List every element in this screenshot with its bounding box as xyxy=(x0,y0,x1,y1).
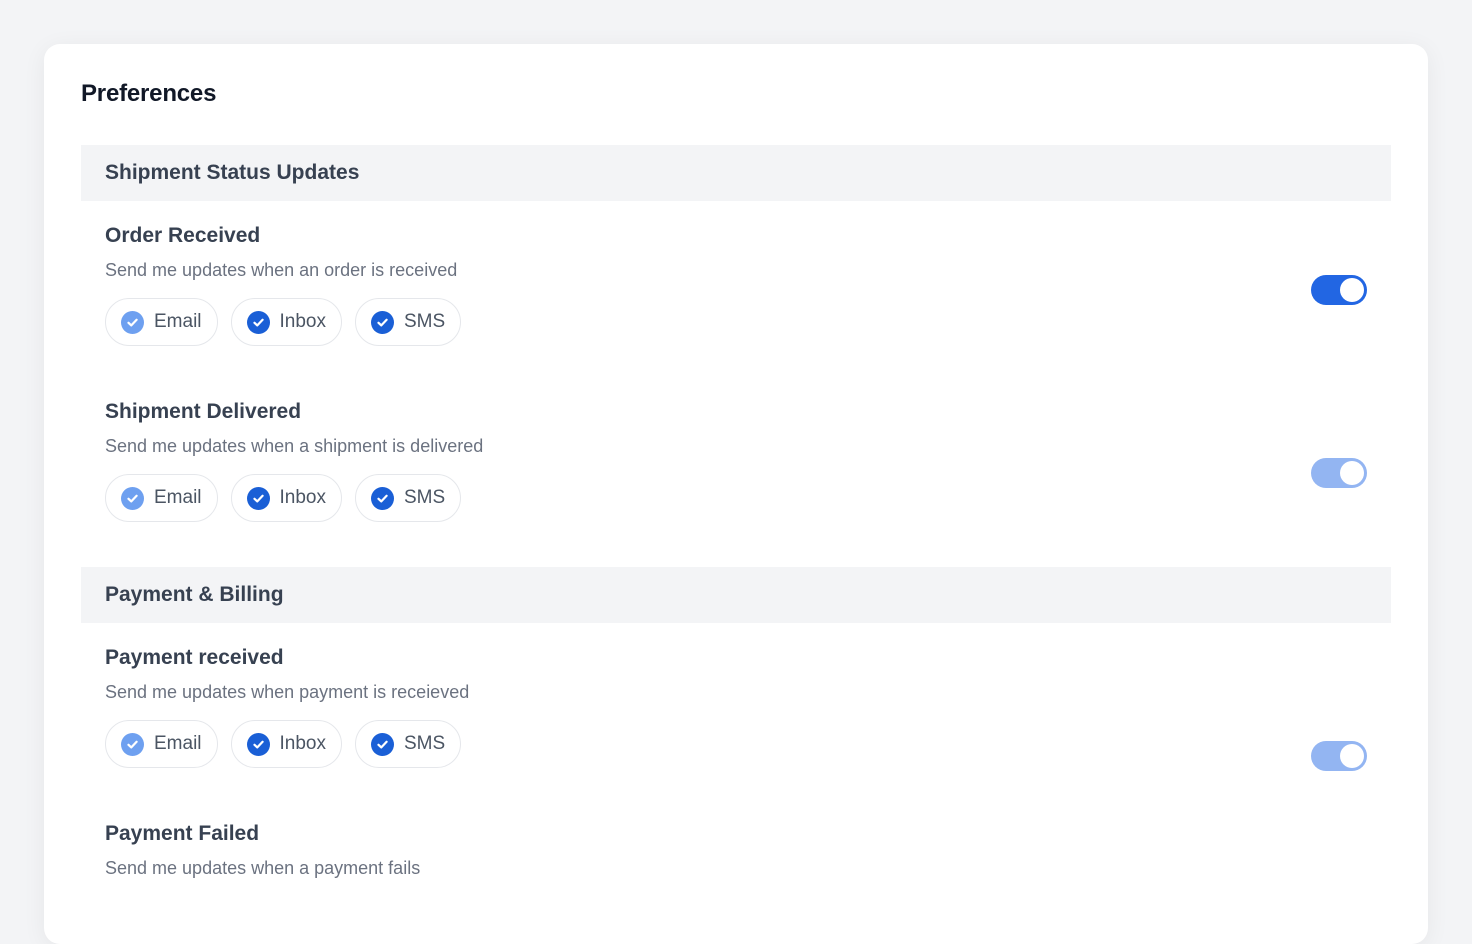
channel-chip-email[interactable]: Email xyxy=(105,298,218,346)
chip-label: Inbox xyxy=(279,487,326,508)
section-header-shipment: Shipment Status Updates xyxy=(81,145,1391,201)
channel-chips: Email Inbox SMS xyxy=(105,474,462,522)
channel-chips: Email Inbox SMS xyxy=(105,720,462,768)
pref-payment-failed: Payment Failed Send me updates when a pa… xyxy=(105,822,1367,882)
toggle-knob xyxy=(1340,278,1364,302)
chip-label: SMS xyxy=(404,733,446,754)
toggle-shipment-delivered[interactable] xyxy=(1311,458,1367,488)
chip-label: Inbox xyxy=(279,733,326,754)
pref-title: Shipment Delivered xyxy=(105,400,302,423)
channel-chip-inbox[interactable]: Inbox xyxy=(230,720,342,768)
toggle-knob xyxy=(1340,461,1364,485)
check-circle-icon xyxy=(121,310,144,334)
chip-label: Email xyxy=(154,487,202,508)
pref-description: Send me updates when payment is receieve… xyxy=(105,682,470,702)
channel-chip-email[interactable]: Email xyxy=(105,720,218,768)
pref-description: Send me updates when an order is receive… xyxy=(105,260,458,280)
check-circle-icon xyxy=(246,310,270,334)
chip-label: Email xyxy=(154,733,202,754)
pref-description: Send me updates when a shipment is deliv… xyxy=(105,436,484,456)
pref-order-received: Order Received Send me updates when an o… xyxy=(105,224,1367,364)
toggle-order-received[interactable] xyxy=(1311,275,1367,305)
channel-chips: Email Inbox SMS xyxy=(105,298,462,346)
check-circle-icon xyxy=(121,732,144,756)
check-circle-icon xyxy=(371,310,394,334)
channel-chip-inbox[interactable]: Inbox xyxy=(230,298,342,346)
pref-payment-received: Payment received Send me updates when pa… xyxy=(105,646,1367,786)
check-circle-icon xyxy=(371,732,394,756)
check-circle-icon xyxy=(121,486,144,510)
pref-title: Payment received xyxy=(105,646,284,669)
page-title: Preferences xyxy=(81,80,217,107)
preferences-card: Preferences Shipment Status Updates Orde… xyxy=(44,44,1428,944)
pref-description: Send me updates when a payment fails xyxy=(105,858,421,878)
chip-label: SMS xyxy=(404,311,446,332)
check-circle-icon xyxy=(246,486,270,510)
chip-label: Email xyxy=(154,311,202,332)
channel-chip-email[interactable]: Email xyxy=(105,474,218,522)
pref-shipment-delivered: Shipment Delivered Send me updates when … xyxy=(105,400,1367,540)
check-circle-icon xyxy=(246,732,270,756)
channel-chip-sms[interactable]: SMS xyxy=(355,474,462,522)
toggle-knob xyxy=(1340,744,1364,768)
chip-label: Inbox xyxy=(279,311,326,332)
pref-title: Payment Failed xyxy=(105,822,260,845)
toggle-payment-received[interactable] xyxy=(1311,741,1367,771)
pref-title: Order Received xyxy=(105,224,261,247)
check-circle-icon xyxy=(371,486,394,510)
channel-chip-sms[interactable]: SMS xyxy=(355,720,462,768)
section-header-payment: Payment & Billing xyxy=(81,567,1391,623)
chip-label: SMS xyxy=(404,487,446,508)
channel-chip-inbox[interactable]: Inbox xyxy=(230,474,342,522)
channel-chip-sms[interactable]: SMS xyxy=(355,298,462,346)
